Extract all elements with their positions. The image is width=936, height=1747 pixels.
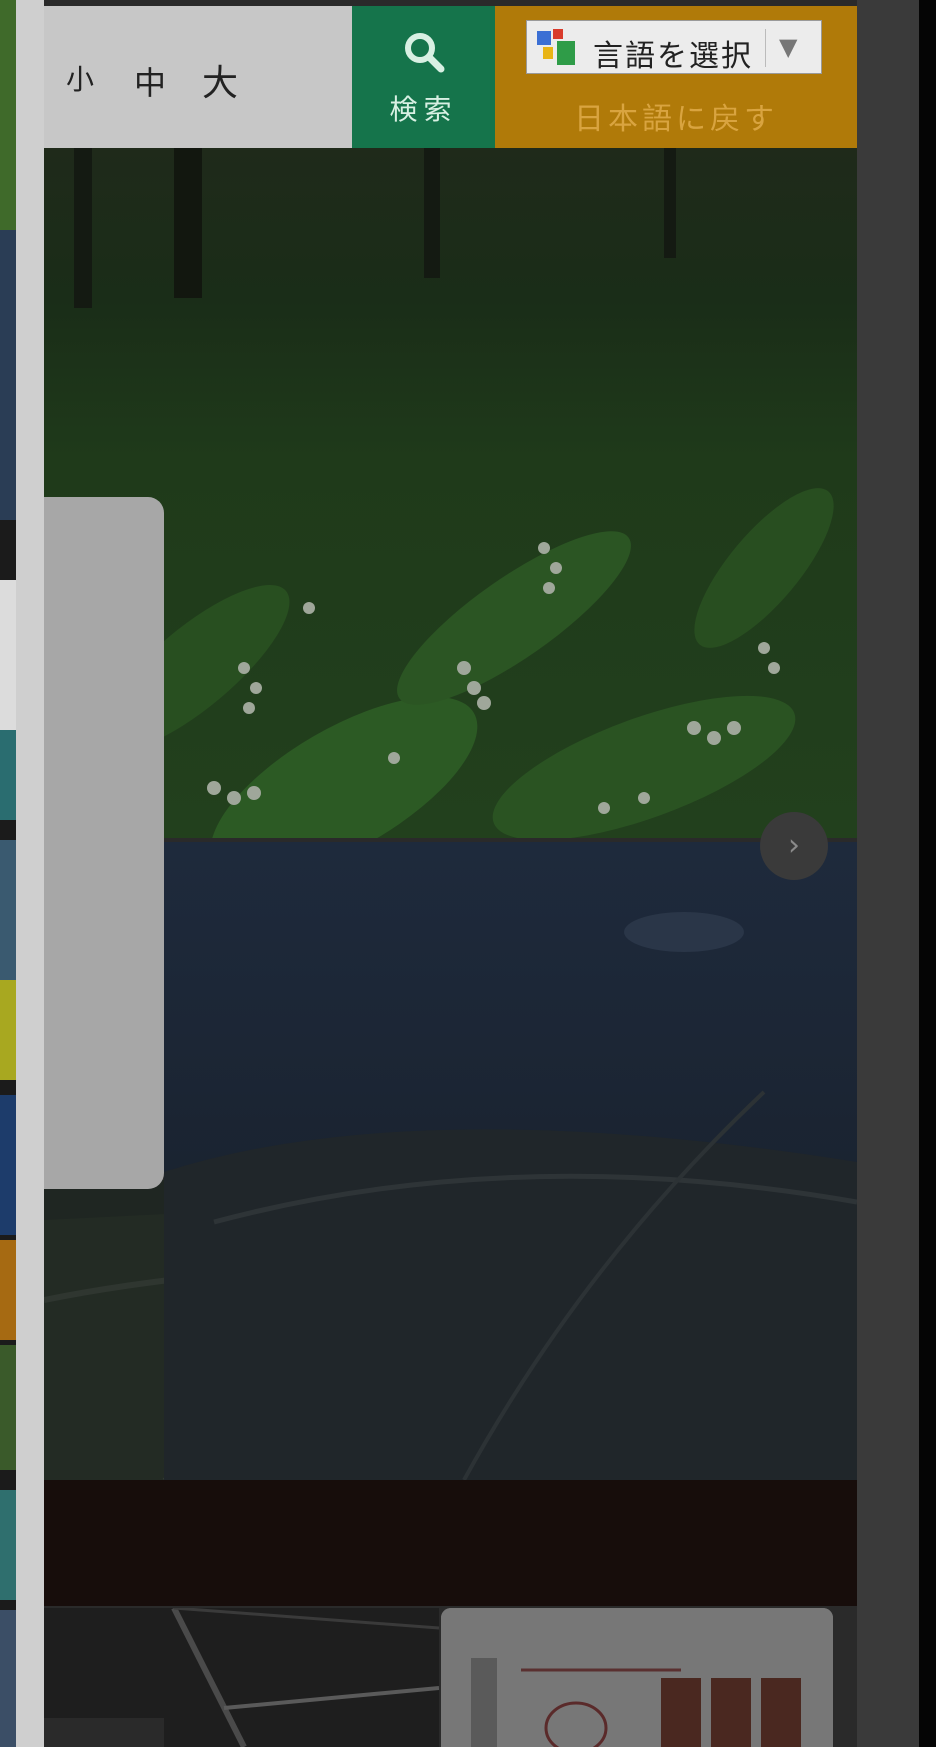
bridge-photo — [44, 1608, 439, 1747]
screen-edge — [919, 0, 936, 1747]
page-right-margin — [857, 0, 919, 1747]
thumbnail-bridge[interactable] — [44, 1608, 439, 1747]
select-divider — [765, 29, 766, 67]
section-band — [44, 1480, 857, 1606]
google-translate-icon — [537, 29, 575, 65]
thumbnail-tomato-juice[interactable] — [441, 1608, 833, 1747]
language-panel: 言語を選択 ▼ 日本語に戻す — [495, 6, 857, 148]
slider-next-button[interactable]: › — [760, 812, 828, 880]
reset-to-japanese-link[interactable]: 日本語に戻す — [495, 94, 857, 138]
hero-slide-aerial — [164, 842, 857, 1481]
side-panel-card — [44, 497, 164, 1189]
language-select-label: 言語を選択 — [593, 39, 753, 74]
search-button[interactable]: 検索 — [352, 6, 495, 148]
aerial-town-photo — [164, 842, 857, 1481]
lily-field-photo — [44, 148, 857, 880]
page-border — [16, 0, 44, 1747]
dropdown-arrow-icon: ▼ — [779, 33, 798, 61]
page-content: 小 中 大 検索 言語を選択 ▼ 日本語に戻す › — [44, 0, 857, 1747]
tomato-juice-product-photo — [441, 1608, 833, 1747]
search-label: 検索 — [389, 93, 458, 126]
site-header: 小 中 大 検索 言語を選択 ▼ 日本語に戻す — [44, 6, 857, 148]
arrow-right-icon: › — [788, 828, 800, 863]
search-icon — [405, 33, 445, 73]
font-size-large-button[interactable]: 大 — [202, 54, 240, 106]
font-size-switcher: 小 中 大 — [44, 6, 352, 148]
hero-slide-lily-field — [44, 148, 857, 880]
font-size-small-button[interactable]: 小 — [66, 58, 96, 98]
language-select[interactable]: 言語を選択 ▼ — [526, 20, 822, 74]
font-size-medium-button[interactable]: 中 — [134, 58, 168, 104]
